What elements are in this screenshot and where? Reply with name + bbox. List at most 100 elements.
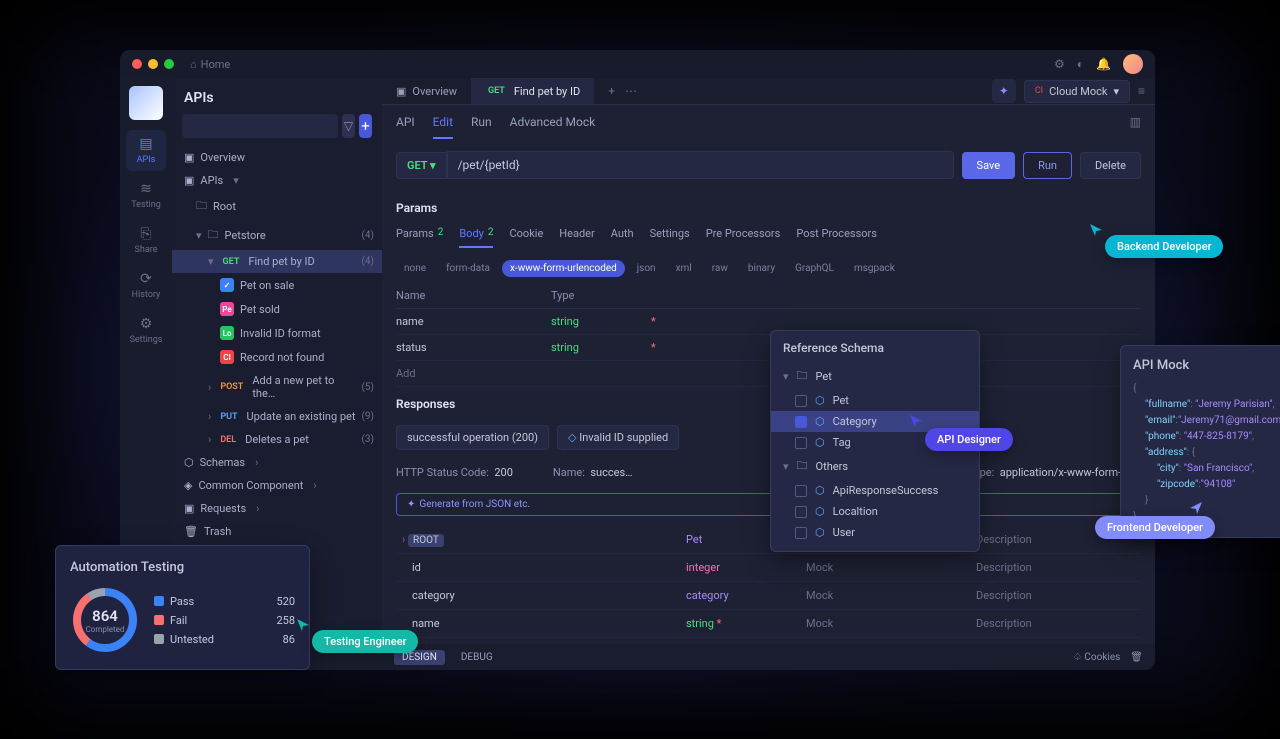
rail-item-share[interactable]: ⎘Share — [126, 220, 166, 261]
checkbox[interactable] — [795, 485, 807, 497]
tree-requests[interactable]: ▣Requests› — [172, 497, 382, 520]
param-tab-settings[interactable]: Settings — [650, 227, 690, 248]
param-tab-auth[interactable]: Auth — [611, 227, 634, 248]
panel-toggle-icon[interactable]: ≡ — [1138, 84, 1145, 98]
param-row[interactable]: namestring* — [396, 309, 1141, 335]
schema-name: category — [396, 589, 686, 602]
add-param-row[interactable]: Add — [396, 361, 1141, 387]
bell-icon[interactable]: 🔔 — [1096, 57, 1111, 71]
ref-schema-group[interactable]: ▾🗀Others — [771, 453, 979, 480]
help-icon[interactable]: ◐ — [1077, 57, 1084, 71]
user-avatar[interactable] — [1123, 54, 1143, 74]
url-input[interactable] — [447, 151, 954, 179]
tree-apis[interactable]: ▣APIs▾ — [172, 169, 382, 192]
breadcrumb-home[interactable]: ⌂ Home — [190, 58, 230, 71]
param-type: string — [551, 341, 651, 354]
ref-schema-item[interactable]: ⬡ApiResponseSuccess — [771, 480, 979, 501]
schema-row[interactable]: categorycategoryMockDescription — [396, 582, 1141, 610]
tree-endpoint[interactable]: ›PUTUpdate an existing pet(9) — [172, 405, 382, 428]
generate-from-json-button[interactable]: ✦Generate from JSON etc. — [396, 493, 1141, 516]
body-type-none[interactable]: none — [396, 260, 434, 277]
body-type-json[interactable]: json — [629, 260, 664, 277]
delete-button[interactable]: Delete — [1080, 152, 1141, 179]
tree-endpoint[interactable]: ›POSTAdd a new pet to the…(5) — [172, 369, 382, 405]
param-tab-cookie[interactable]: Cookie — [509, 227, 543, 248]
ref-schema-item[interactable]: ⬡Pet — [771, 390, 979, 411]
workspace-avatar[interactable] — [129, 86, 163, 120]
body-type-GraphQL[interactable]: GraphQL — [787, 260, 842, 277]
body-type-raw[interactable]: raw — [704, 260, 736, 277]
rail-item-testing[interactable]: ≋Testing — [126, 175, 166, 216]
donut-label: Completed — [86, 625, 125, 634]
body-type-form-data[interactable]: form-data — [438, 260, 498, 277]
minimize-window-icon[interactable] — [148, 59, 158, 69]
gear-icon[interactable]: ⚙ — [1054, 57, 1065, 71]
tree-example[interactable]: CIRecord not found — [172, 345, 382, 369]
col-header-name: Name — [396, 289, 551, 302]
rail-item-settings[interactable]: ⚙Settings — [126, 310, 166, 351]
tab-label: Auth — [611, 227, 634, 242]
tree-schemas[interactable]: ⬡Schemas› — [172, 451, 382, 474]
tree-overview[interactable]: ▣Overview — [172, 146, 382, 169]
tree-example[interactable]: ✓Pet on sale — [172, 273, 382, 297]
body-type-msgpack[interactable]: msgpack — [846, 260, 903, 277]
add-tab-button[interactable]: + — [608, 84, 615, 98]
checkbox[interactable] — [795, 416, 807, 428]
more-icon[interactable]: ⋯ — [625, 84, 637, 98]
subtab-run[interactable]: Run — [471, 115, 492, 139]
tree-example[interactable]: PePet sold — [172, 297, 382, 321]
tree-root[interactable]: 🗀Root — [172, 192, 382, 221]
subtab-api[interactable]: API — [396, 115, 415, 139]
response-tab-invalid[interactable]: ◇ Invalid ID supplied — [557, 425, 679, 450]
cookies-button[interactable]: ♤ Cookies — [1073, 652, 1120, 663]
filter-button[interactable]: ▽ — [342, 114, 355, 138]
checkbox[interactable] — [795, 437, 807, 449]
ref-schema-group[interactable]: ▾🗀Pet — [771, 363, 979, 390]
tree-endpoint[interactable]: ▾GETFind pet by ID(4) — [172, 250, 382, 273]
ai-button[interactable]: ✦ — [992, 79, 1016, 103]
debug-tab[interactable]: DEBUG — [453, 650, 501, 665]
checkbox[interactable] — [795, 395, 807, 407]
checkbox[interactable] — [795, 527, 807, 539]
checkbox[interactable] — [795, 506, 807, 518]
param-tab-body[interactable]: Body2 — [459, 227, 493, 248]
subtab-edit[interactable]: Edit — [433, 115, 453, 139]
rail-item-apis[interactable]: ▤APIs — [126, 130, 166, 171]
maximize-window-icon[interactable] — [164, 59, 174, 69]
save-button[interactable]: Save — [962, 152, 1016, 179]
close-window-icon[interactable] — [132, 59, 142, 69]
tree-trash[interactable]: 🗑Trash — [172, 520, 382, 543]
status-dot: Pe — [220, 302, 234, 316]
env-selector[interactable]: CICloud Mock▾ — [1024, 80, 1130, 103]
tree-example[interactable]: LoInvalid ID format — [172, 321, 382, 345]
body-type-binary[interactable]: binary — [740, 260, 783, 277]
method-select[interactable]: GET ▾ — [396, 152, 447, 179]
tab-find-pet[interactable]: GETFind pet by ID — [471, 78, 594, 104]
tab-overview[interactable]: ▣Overview — [382, 78, 471, 104]
ref-schema-item[interactable]: ⬡Localtion — [771, 501, 979, 522]
tree-folder-petstore[interactable]: ▾🗀Petstore (4) — [172, 221, 382, 250]
body-type-xml[interactable]: xml — [668, 260, 700, 277]
schema-row[interactable]: idintegerMockDescription — [396, 554, 1141, 582]
body-type-x-www-form-urlencoded[interactable]: x-www-form-urlencoded — [502, 260, 625, 277]
count-badge: (5) — [361, 382, 374, 393]
param-tab-pre-processors[interactable]: Pre Processors — [706, 227, 781, 248]
param-row[interactable]: statusstring* — [396, 335, 1141, 361]
ref-schema-item[interactable]: ⬡User — [771, 522, 979, 543]
subtab-advanced-mock[interactable]: Advanced Mock — [510, 115, 596, 139]
param-tab-params[interactable]: Params2 — [396, 227, 443, 248]
schema-row[interactable]: namestring *MockDescription — [396, 610, 1141, 638]
search-input[interactable] — [182, 114, 338, 138]
param-tab-post-processors[interactable]: Post Processors — [796, 227, 877, 248]
param-type: string — [551, 315, 651, 328]
run-button[interactable]: Run — [1023, 152, 1072, 179]
schema-row[interactable]: › ROOTPetMockDescription — [396, 526, 1141, 554]
response-tab-200[interactable]: successful operation (200) — [396, 425, 549, 450]
param-tab-header[interactable]: Header — [559, 227, 594, 248]
add-button[interactable]: + — [359, 114, 372, 138]
layout-icon[interactable]: ▥ — [1130, 115, 1141, 139]
clear-icon[interactable]: 🗑 — [1130, 652, 1143, 663]
tree-common-component[interactable]: ◈Common Component› — [172, 474, 382, 497]
rail-item-history[interactable]: ⟳History — [126, 265, 166, 306]
tree-endpoint[interactable]: ›DELDeletes a pet(3) — [172, 428, 382, 451]
